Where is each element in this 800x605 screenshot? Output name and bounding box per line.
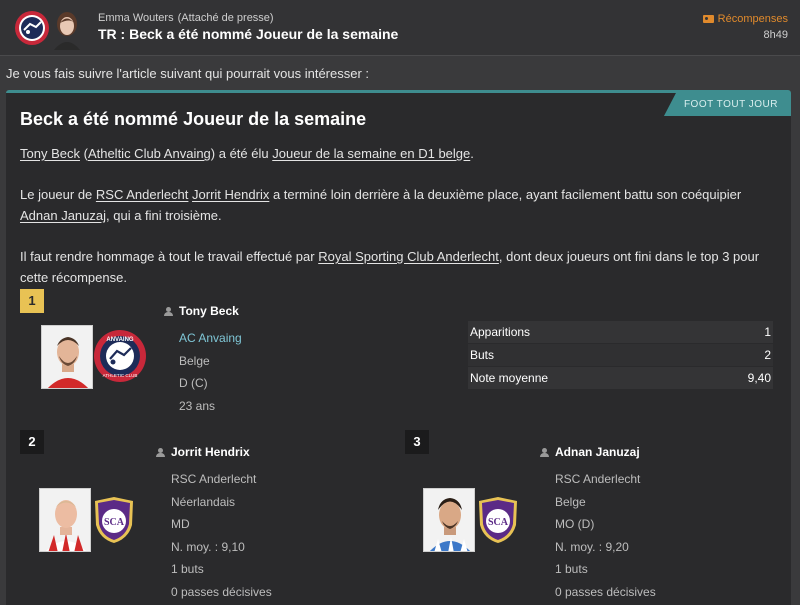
person-icon (540, 447, 549, 457)
rewards-label: Récompenses (717, 13, 788, 25)
player-goals: 1 buts (171, 562, 204, 576)
player-position: D (C) (179, 376, 208, 390)
rank-badge-1: 1 (20, 289, 44, 313)
player-club[interactable]: RSC Anderlecht (171, 468, 272, 491)
player-avg-rating: N. moy. : 9,10 (171, 539, 245, 554)
player-club[interactable]: RSC Anderlecht (555, 468, 656, 491)
player-name-row[interactable]: Tony Beck (164, 304, 242, 318)
anderlecht-crest-icon[interactable]: SCA (92, 495, 136, 545)
crest-text-bottom: ATHLETIC CLUB (103, 373, 138, 378)
award-link[interactable]: Joueur de la semaine en D1 belge (272, 146, 470, 161)
source-badge: FOOT TOUT JOUR (663, 93, 791, 116)
message-header: Emma Wouters (Attaché de presse) TR : Bec… (0, 0, 800, 56)
rank-badge-2: 2 (20, 430, 44, 454)
player-face-hendrix[interactable] (39, 488, 91, 552)
player-name-row[interactable]: Adnan Januzaj (540, 445, 656, 459)
player-photo-icon (424, 489, 474, 551)
player-face-beck[interactable] (41, 325, 93, 389)
player-info-hendrix: Jorrit Hendrix RSC Anderlecht Néerlandai… (156, 445, 272, 603)
stat-row-apparitions: Apparitions 1 (468, 321, 773, 344)
player-link-januzaj[interactable]: Adnan Januzaj (20, 208, 106, 223)
article-paragraph-2: Le joueur de RSC Anderlecht Jorrit Hendr… (20, 187, 742, 223)
player-position: MD (171, 517, 190, 531)
article-title: Beck a été nommé Joueur de la semaine (20, 109, 367, 129)
club-link-anvaing[interactable]: Atheltic Club Anvaing (88, 146, 211, 161)
club-crest-icon[interactable] (14, 10, 50, 46)
article-paragraph-1: Tony Beck (Atheltic Club Anvaing) a été … (20, 146, 474, 161)
player-info-januzaj: Adnan Januzaj RSC Anderlecht Belge MO (D… (540, 445, 656, 603)
player-nationality: Néerlandais (171, 494, 236, 509)
rank-badge-3: 3 (405, 430, 429, 454)
stat-row-buts: Buts 2 (468, 344, 773, 367)
player-age: 23 ans (179, 398, 216, 413)
player-assists: 0 passes décisives (171, 584, 272, 599)
intro-text: Je vous fais suivre l'article suivant qu… (6, 66, 370, 81)
player-nationality: Belge (179, 353, 210, 368)
person-icon (156, 447, 165, 457)
sender-line: Emma Wouters (Attaché de presse) (98, 12, 274, 24)
player-link-beck[interactable]: Tony Beck (20, 146, 80, 161)
winner-stats-table: Apparitions 1 Buts 2 Note moyenne 9,40 (468, 321, 773, 390)
rewards-link[interactable]: Récompenses (702, 13, 788, 25)
message-subject: TR : Beck a été nommé Joueur de la semai… (98, 26, 399, 42)
sender-role: (Attaché de presse) (177, 12, 274, 24)
player-goals: 1 buts (555, 562, 588, 576)
anvaing-crest-icon[interactable]: ANVAING ATHLETIC CLUB (93, 329, 147, 383)
press-officer-avatar[interactable] (52, 10, 82, 50)
player-name-row[interactable]: Jorrit Hendrix (156, 445, 272, 459)
player-link-hendrix[interactable]: Jorrit Hendrix (192, 187, 269, 202)
player-avg-rating: N. moy. : 9,20 (555, 539, 629, 554)
player-face-januzaj[interactable] (423, 488, 475, 552)
tag-icon (702, 15, 714, 23)
club-link-anderlecht[interactable]: RSC Anderlecht (96, 187, 189, 202)
player-club[interactable]: AC Anvaing (179, 327, 242, 350)
player-photo-icon (40, 489, 90, 551)
player-photo-icon (42, 326, 92, 388)
player-nationality: Belge (555, 494, 586, 509)
anderlecht-crest-icon[interactable]: SCA (476, 495, 520, 545)
person-icon (164, 306, 173, 316)
crest-text-top: ANVAING (106, 337, 134, 343)
player-info-beck: Tony Beck AC Anvaing Belge D (C) 23 ans (164, 304, 242, 417)
article-paragraph-3: Il faut rendre hommage à tout le travail… (20, 249, 760, 285)
sender-name[interactable]: Emma Wouters (98, 12, 174, 24)
stat-row-note: Note moyenne 9,40 (468, 367, 773, 390)
club-link-royal-anderlecht[interactable]: Royal Sporting Club Anderlecht (318, 249, 499, 264)
player-assists: 0 passes décisives (555, 584, 656, 599)
message-time: 8h49 (763, 29, 788, 41)
news-article: FOOT TOUT JOUR Beck a été nommé Joueur d… (6, 90, 791, 605)
crest-letters: SCA (104, 517, 125, 528)
crest-letters: SCA (488, 517, 509, 528)
player-position: MO (D) (555, 517, 595, 531)
